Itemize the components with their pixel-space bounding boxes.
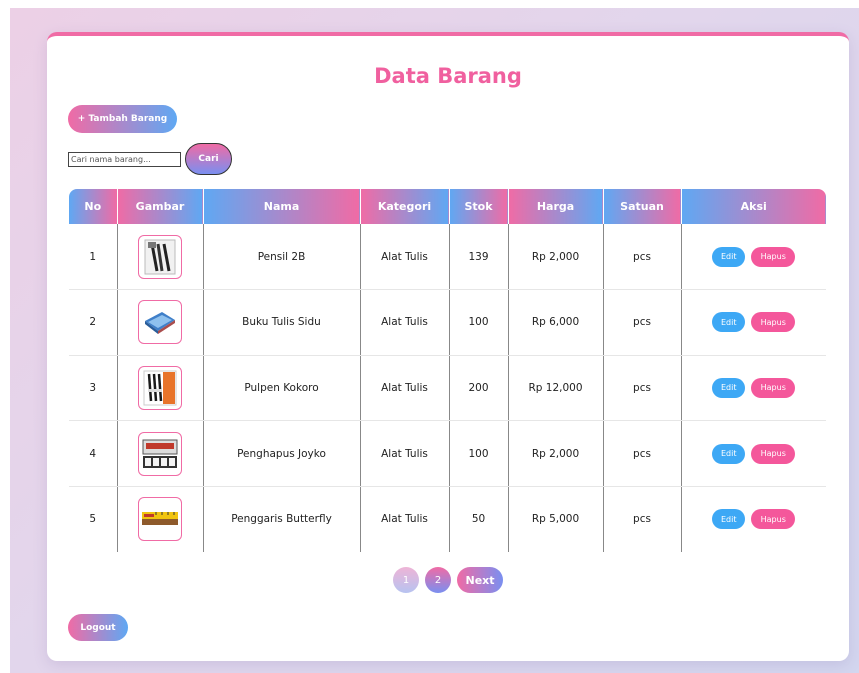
- cell-stok: 100: [449, 289, 509, 356]
- row-actions: Edit Hapus: [682, 377, 827, 398]
- eraser-box-icon: [142, 439, 178, 468]
- delete-button[interactable]: Hapus: [751, 509, 796, 530]
- cell-nama: Penggaris Butterfly: [203, 486, 361, 552]
- item-thumbnail: [138, 365, 182, 410]
- cell-nama: Buku Tulis Sidu: [203, 289, 361, 356]
- cell-harga: Rp 6,000: [508, 289, 604, 356]
- search-input[interactable]: [68, 152, 181, 167]
- pagination: 1 2 Next: [393, 567, 503, 593]
- main-card: Data Barang + Tambah Barang Cari No Gamb…: [47, 32, 849, 661]
- table-row: 1 Pensil 2B Alat Tulis 139 Rp 2,000 pcs …: [69, 224, 827, 291]
- items-table: No Gambar Nama Kategori Stok Harga Satua…: [69, 189, 826, 552]
- item-thumbnail: [138, 234, 182, 279]
- cell-no: 2: [69, 289, 118, 356]
- cell-no: 5: [69, 486, 118, 552]
- cell-stok: 100: [449, 420, 509, 487]
- page-title: Data Barang: [374, 64, 522, 88]
- page-2-button[interactable]: 2: [425, 567, 451, 593]
- column-header-kategori: Kategori: [360, 189, 450, 224]
- search-button[interactable]: Cari: [185, 143, 232, 175]
- edit-button[interactable]: Edit: [712, 312, 746, 333]
- cell-harga: Rp 2,000: [508, 420, 604, 487]
- row-actions: Edit Hapus: [682, 312, 827, 333]
- table-row: 3 Pulpen Kokoro Alat Tulis 200 Rp 12,000…: [69, 355, 827, 422]
- edit-button[interactable]: Edit: [712, 443, 746, 464]
- cell-satuan: pcs: [603, 224, 682, 291]
- table-row: 2 Buku Tulis Sidu Alat Tulis 100 Rp 6,00…: [69, 289, 827, 356]
- cell-stok: 200: [449, 355, 509, 422]
- logout-button[interactable]: Logout: [68, 614, 128, 641]
- item-thumbnail: [138, 431, 182, 476]
- delete-button[interactable]: Hapus: [751, 312, 796, 333]
- item-thumbnail: [138, 497, 182, 542]
- page-1-button[interactable]: 1: [393, 567, 419, 593]
- cell-nama: Pulpen Kokoro: [203, 355, 361, 422]
- table-row: 5 Penggaris Butterfly Alat Tulis 50 Rp 5…: [69, 486, 826, 552]
- column-header-aksi: Aksi: [681, 189, 826, 224]
- cell-no: 4: [69, 420, 118, 487]
- items-table-wrapper: No Gambar Nama Kategori Stok Harga Satua…: [69, 189, 826, 552]
- edit-button[interactable]: Edit: [712, 246, 746, 267]
- cell-kategori: Alat Tulis: [360, 289, 450, 356]
- cell-harga: Rp 12,000: [508, 355, 604, 422]
- cell-kategori: Alat Tulis: [360, 420, 450, 487]
- cell-satuan: pcs: [603, 289, 682, 356]
- cell-kategori: Alat Tulis: [360, 355, 450, 422]
- ruler-icon: [142, 512, 178, 526]
- pen-pack-icon: [143, 370, 177, 406]
- cell-satuan: pcs: [603, 355, 682, 422]
- cell-no: 1: [69, 224, 118, 291]
- column-header-satuan: Satuan: [603, 189, 682, 224]
- delete-button[interactable]: Hapus: [751, 443, 796, 464]
- next-page-button[interactable]: Next: [457, 567, 503, 593]
- cell-nama: Pensil 2B: [203, 224, 361, 291]
- column-header-gambar: Gambar: [117, 189, 204, 224]
- delete-button[interactable]: Hapus: [751, 246, 796, 267]
- cell-kategori: Alat Tulis: [360, 486, 450, 552]
- column-header-nama: Nama: [203, 189, 361, 224]
- cell-satuan: pcs: [603, 486, 682, 552]
- edit-button[interactable]: Edit: [712, 509, 746, 530]
- column-header-harga: Harga: [508, 189, 604, 224]
- cell-satuan: pcs: [603, 420, 682, 487]
- add-item-button[interactable]: + Tambah Barang: [68, 105, 177, 133]
- pencil-pack-icon: [144, 239, 176, 275]
- cell-harga: Rp 5,000: [508, 486, 604, 552]
- cell-stok: 139: [449, 224, 509, 291]
- delete-button[interactable]: Hapus: [751, 377, 796, 398]
- cell-nama: Penghapus Joyko: [203, 420, 361, 487]
- notebook-icon: [145, 312, 175, 335]
- row-actions: Edit Hapus: [682, 246, 827, 267]
- table-row: 4 Penghapus Joyko Alat Tulis 100 Rp 2,00…: [69, 420, 827, 487]
- cell-kategori: Alat Tulis: [360, 224, 450, 291]
- column-header-no: No: [69, 189, 118, 224]
- column-header-stok: Stok: [449, 189, 509, 224]
- row-actions: Edit Hapus: [682, 443, 827, 464]
- cell-stok: 50: [449, 486, 509, 552]
- cell-harga: Rp 2,000: [508, 224, 604, 291]
- table-header: No Gambar Nama Kategori Stok Harga Satua…: [69, 189, 826, 224]
- edit-button[interactable]: Edit: [712, 377, 746, 398]
- item-thumbnail: [138, 300, 182, 345]
- cell-no: 3: [69, 355, 118, 422]
- row-actions: Edit Hapus: [682, 509, 827, 530]
